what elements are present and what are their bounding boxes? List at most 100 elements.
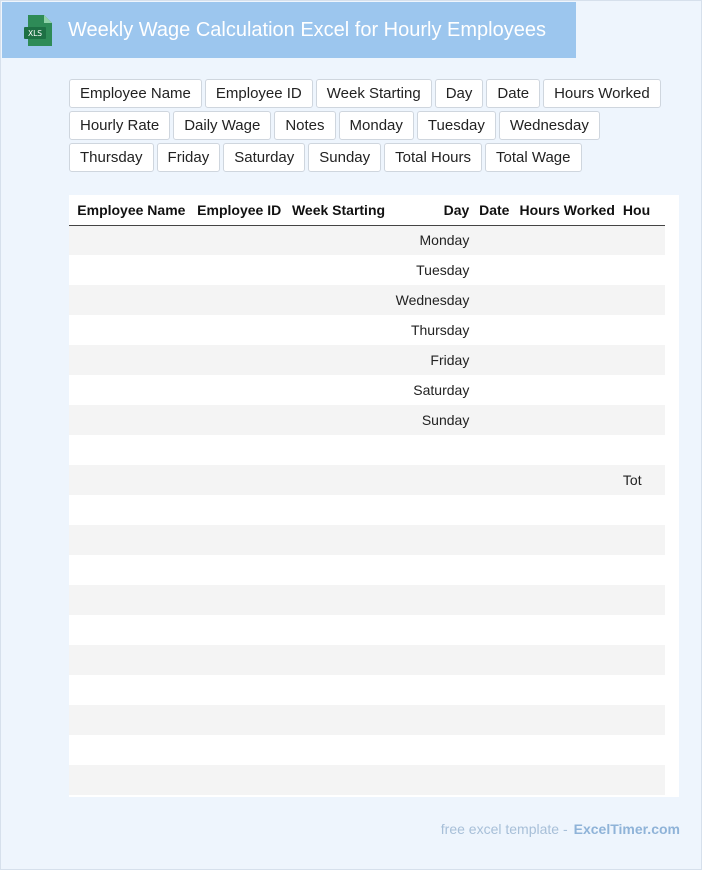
employee-id-cell[interactable] [189,525,286,555]
date-cell[interactable] [473,315,514,345]
week-starting-cell[interactable] [285,315,390,345]
employee-id-cell[interactable] [189,465,286,495]
hourly-rate-cell[interactable] [618,405,665,435]
week-starting-cell[interactable] [285,555,390,585]
employee-name-cell[interactable] [71,555,190,585]
date-cell[interactable] [473,735,514,765]
employee-name-cell[interactable] [71,375,190,405]
field-chip[interactable]: Hourly Rate [69,111,171,140]
hourly-rate-cell[interactable] [618,555,665,585]
employee-name-cell[interactable] [71,705,190,735]
hourly-rate-cell[interactable] [618,375,665,405]
hours-worked-cell[interactable] [513,225,619,255]
employee-name-cell[interactable] [71,495,190,525]
hourly-rate-cell[interactable] [618,585,665,615]
date-cell[interactable] [473,525,514,555]
hours-worked-cell[interactable] [513,435,619,465]
employee-id-cell[interactable] [189,495,286,525]
hours-worked-cell[interactable] [513,705,619,735]
week-starting-cell[interactable] [285,285,390,315]
hours-worked-cell[interactable] [513,585,619,615]
employee-id-cell[interactable] [189,645,286,675]
employee-name-cell[interactable] [71,285,190,315]
hourly-rate-cell[interactable] [618,615,665,645]
hourly-rate-cell[interactable] [618,255,665,285]
employee-id-cell[interactable] [189,615,286,645]
day-cell[interactable] [389,585,474,615]
field-chip[interactable]: Day [434,79,484,108]
employee-name-cell[interactable] [71,645,190,675]
hours-worked-cell[interactable] [513,555,619,585]
day-cell[interactable] [389,465,474,495]
hourly-rate-cell[interactable] [618,315,665,345]
employee-id-cell[interactable] [189,585,286,615]
field-chip[interactable]: Friday [156,143,221,172]
field-chip[interactable]: Employee Name [69,79,202,108]
hourly-rate-cell[interactable] [618,225,665,255]
day-cell[interactable]: Saturday [389,375,474,405]
hourly-rate-cell[interactable] [618,645,665,675]
employee-name-cell[interactable] [71,585,190,615]
employee-name-cell[interactable] [71,405,190,435]
week-starting-cell[interactable] [285,225,390,255]
day-cell[interactable]: Wednesday [389,285,474,315]
footer-brand-link[interactable]: ExcelTimer.com [574,821,680,837]
field-chip[interactable]: Date [486,79,541,108]
date-cell[interactable] [473,615,514,645]
day-cell[interactable]: Friday [389,345,474,375]
hourly-rate-cell[interactable]: Tot [618,465,665,495]
week-starting-cell[interactable] [285,675,390,705]
employee-id-cell[interactable] [189,345,286,375]
week-starting-cell[interactable] [285,615,390,645]
hours-worked-cell[interactable] [513,255,619,285]
week-starting-cell[interactable] [285,705,390,735]
hours-worked-cell[interactable] [513,285,619,315]
day-cell[interactable] [389,495,474,525]
hourly-rate-cell[interactable] [618,705,665,735]
week-starting-cell[interactable] [285,405,390,435]
employee-name-cell[interactable] [71,315,190,345]
week-starting-cell[interactable] [285,525,390,555]
week-starting-cell[interactable] [285,345,390,375]
day-cell[interactable] [389,645,474,675]
employee-name-cell[interactable] [71,675,190,705]
date-cell[interactable] [473,255,514,285]
day-cell[interactable] [389,555,474,585]
hours-worked-cell[interactable] [513,765,619,795]
week-starting-cell[interactable] [285,495,390,525]
employee-id-cell[interactable] [189,555,286,585]
employee-name-cell[interactable] [71,345,190,375]
day-cell[interactable] [389,735,474,765]
day-cell[interactable] [389,765,474,795]
employee-id-cell[interactable] [189,735,286,765]
employee-name-cell[interactable] [71,615,190,645]
employee-id-cell[interactable] [189,285,286,315]
hourly-rate-cell[interactable] [618,525,665,555]
hours-worked-cell[interactable] [513,735,619,765]
week-starting-cell[interactable] [285,375,390,405]
employee-name-cell[interactable] [71,525,190,555]
hours-worked-cell[interactable] [513,405,619,435]
field-chip[interactable]: Thursday [69,143,154,172]
field-chip[interactable]: Sunday [308,143,382,172]
date-cell[interactable] [473,495,514,525]
day-cell[interactable] [389,435,474,465]
employee-name-cell[interactable] [71,225,190,255]
week-starting-cell[interactable] [285,465,390,495]
field-chip[interactable]: Total Hours [384,143,483,172]
employee-id-cell[interactable] [189,315,286,345]
date-cell[interactable] [473,465,514,495]
hourly-rate-cell[interactable] [618,435,665,465]
date-cell[interactable] [473,645,514,675]
day-cell[interactable]: Thursday [389,315,474,345]
field-chip[interactable]: Wednesday [498,111,600,140]
employee-id-cell[interactable] [189,675,286,705]
hours-worked-cell[interactable] [513,495,619,525]
week-starting-cell[interactable] [285,735,390,765]
employee-name-cell[interactable] [71,465,190,495]
day-cell[interactable]: Tuesday [389,255,474,285]
hours-worked-cell[interactable] [513,375,619,405]
day-cell[interactable]: Sunday [389,405,474,435]
employee-id-cell[interactable] [189,225,286,255]
day-cell[interactable] [389,525,474,555]
